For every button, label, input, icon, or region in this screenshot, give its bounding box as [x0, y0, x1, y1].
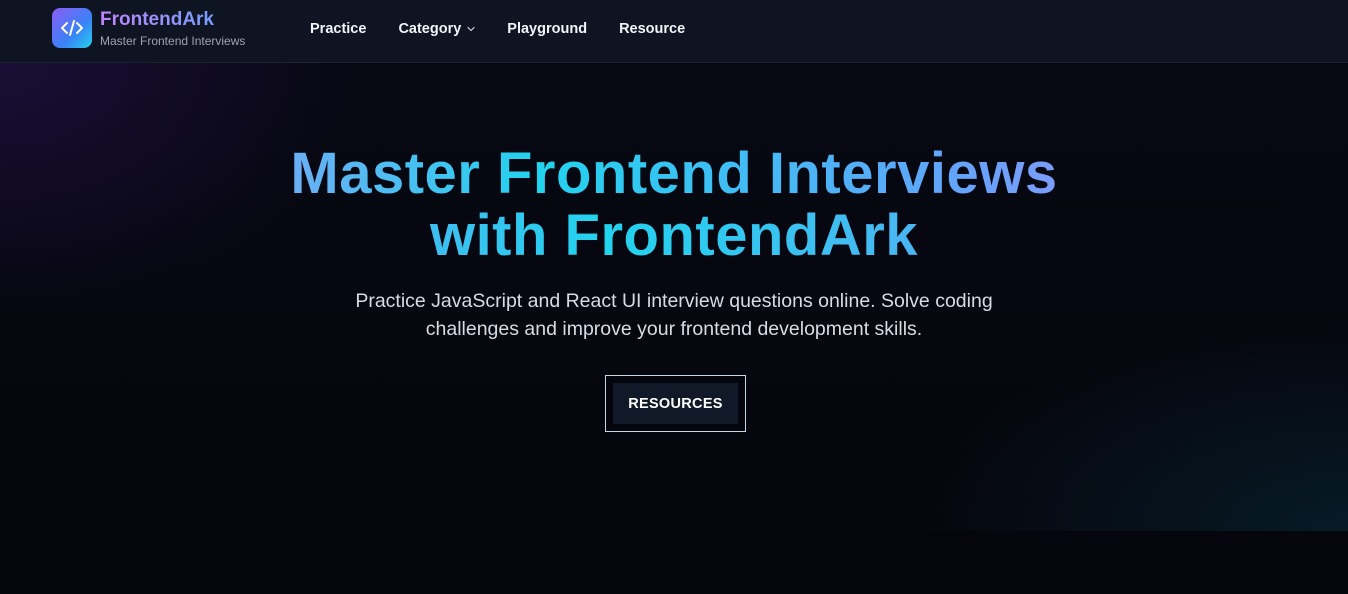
brand-text: FrontendArk Master Frontend Interviews — [100, 9, 245, 48]
page-below-hero — [0, 531, 1348, 594]
resources-button[interactable]: RESOURCES — [613, 383, 738, 424]
hero-title: Master Frontend Interviews with Frontend… — [0, 143, 1348, 267]
nav-item-category[interactable]: Category — [398, 21, 475, 37]
code-brackets-icon — [52, 8, 92, 48]
top-navbar: FrontendArk Master Frontend Interviews P… — [0, 0, 1348, 63]
nav-item-practice[interactable]: Practice — [310, 21, 366, 37]
nav-item-playground[interactable]: Playground — [507, 21, 587, 37]
brand-tagline: Master Frontend Interviews — [100, 33, 246, 48]
nav-item-label: Playground — [507, 21, 588, 37]
hero-title-line-1: Master Frontend Interviews — [0, 143, 1348, 205]
nav-item-resource[interactable]: Resource — [619, 21, 685, 37]
hero-section: Master Frontend Interviews with Frontend… — [0, 63, 1348, 531]
hero-subtitle-wrap: Practice JavaScript and React UI intervi… — [0, 287, 1348, 343]
brand-name: FrontendArk — [100, 9, 245, 31]
resources-button-frame: RESOURCES — [605, 375, 746, 432]
chevron-down-icon — [467, 25, 475, 33]
nav-item-label: Practice — [310, 21, 367, 37]
brand-home-link[interactable]: FrontendArk Master Frontend Interviews — [52, 8, 245, 48]
hero-title-line-2: with FrontendArk — [0, 205, 1348, 267]
nav-item-label: Resource — [619, 21, 686, 37]
hero-subtitle: Practice JavaScript and React UI intervi… — [355, 290, 993, 340]
nav-item-label: Category — [398, 21, 462, 37]
main-nav: Practice Category Playground Resource — [310, 0, 717, 58]
